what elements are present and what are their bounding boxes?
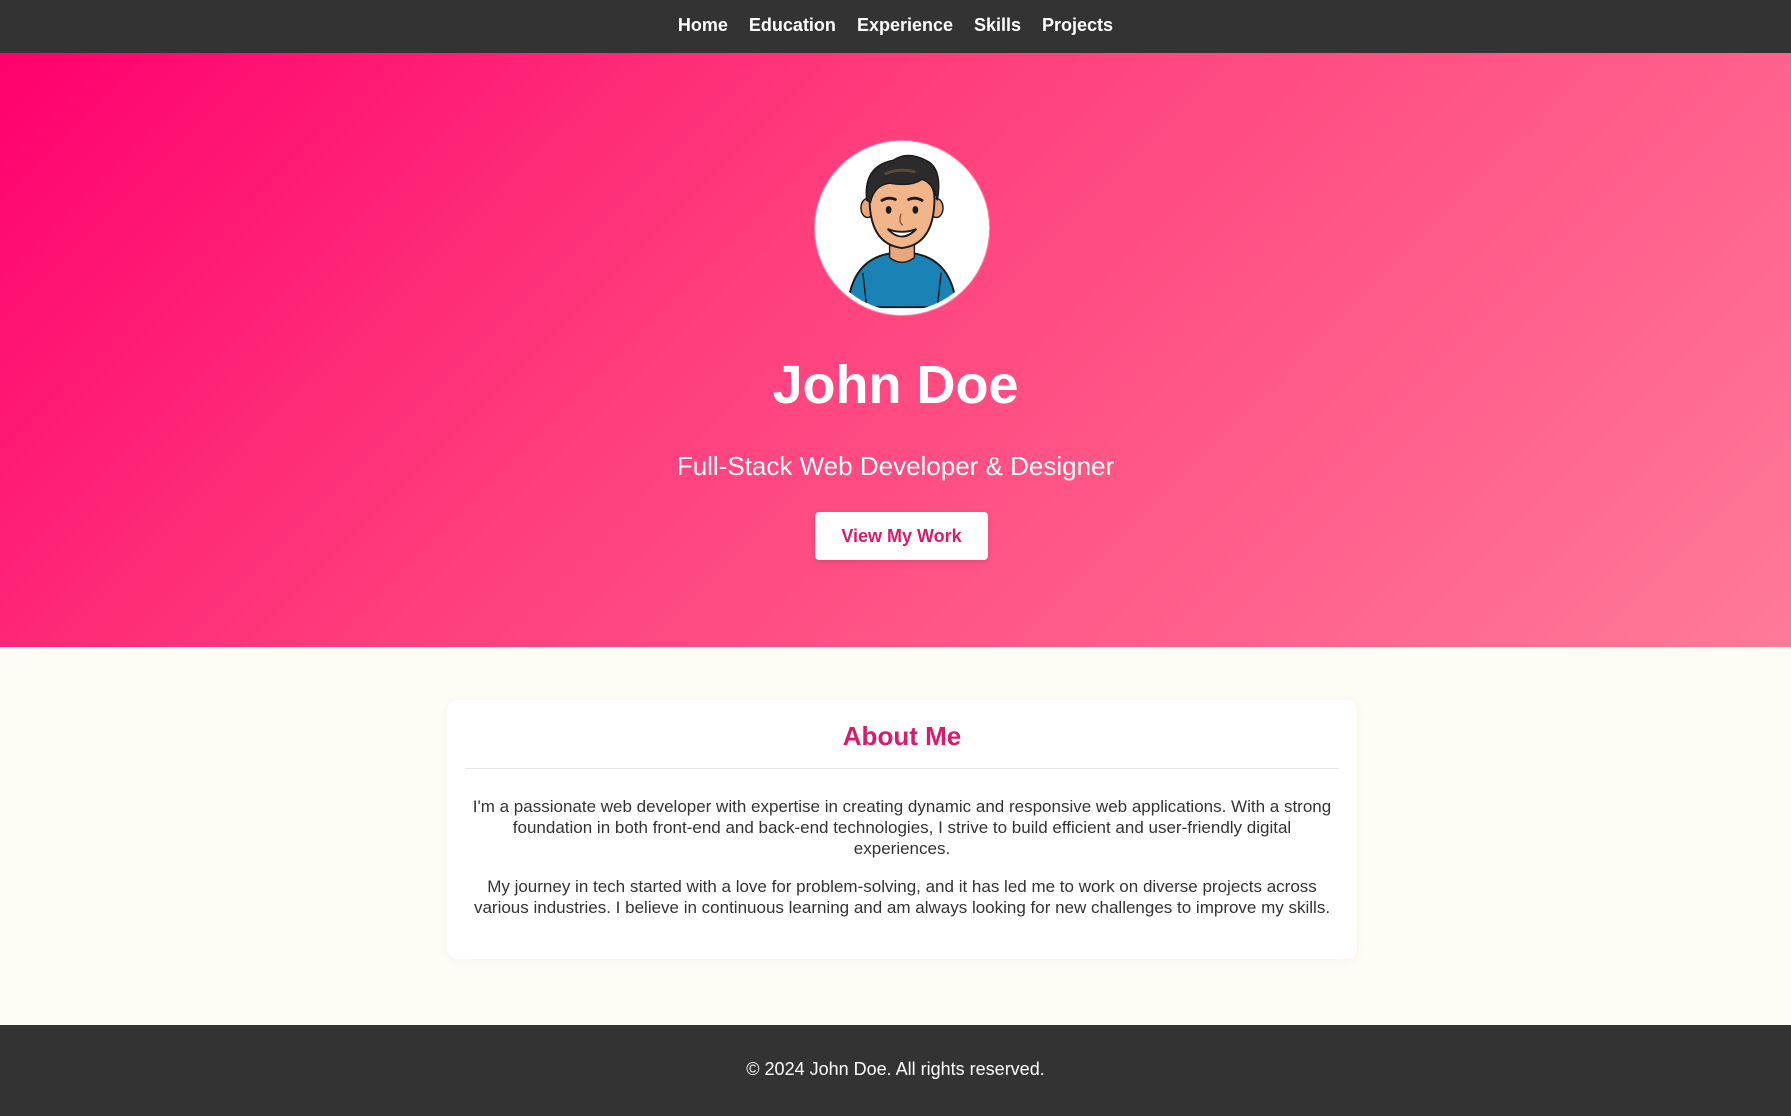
view-my-work-button[interactable]: View My Work <box>815 512 988 560</box>
top-navigation: Home Education Experience Skills Project… <box>0 0 1791 53</box>
nav-link-education[interactable]: Education <box>749 16 836 34</box>
avatar-icon <box>819 145 985 311</box>
nav-link-experience[interactable]: Experience <box>857 16 953 34</box>
hero-section: John Doe Full-Stack Web Developer & Desi… <box>0 53 1791 647</box>
nav-link-projects[interactable]: Projects <box>1042 16 1113 34</box>
page-footer: © 2024 John Doe. All rights reserved. <box>0 1025 1791 1116</box>
nav-link-skills[interactable]: Skills <box>974 16 1021 34</box>
about-divider <box>465 768 1339 769</box>
hero-name: John Doe <box>772 355 1019 415</box>
about-paragraph: I'm a passionate web developer with expe… <box>472 797 1332 858</box>
hero-subtitle: Full-Stack Web Developer & Designer <box>676 451 1115 481</box>
about-title: About Me <box>842 721 962 751</box>
about-paragraph: My journey in tech started with a love f… <box>473 877 1331 917</box>
profile-avatar <box>815 141 989 315</box>
nav-link-home[interactable]: Home <box>678 16 728 34</box>
footer-copyright: © 2024 John Doe. All rights reserved. <box>746 1059 1045 1079</box>
about-card: About Me I'm a passionate web developer … <box>447 700 1357 959</box>
